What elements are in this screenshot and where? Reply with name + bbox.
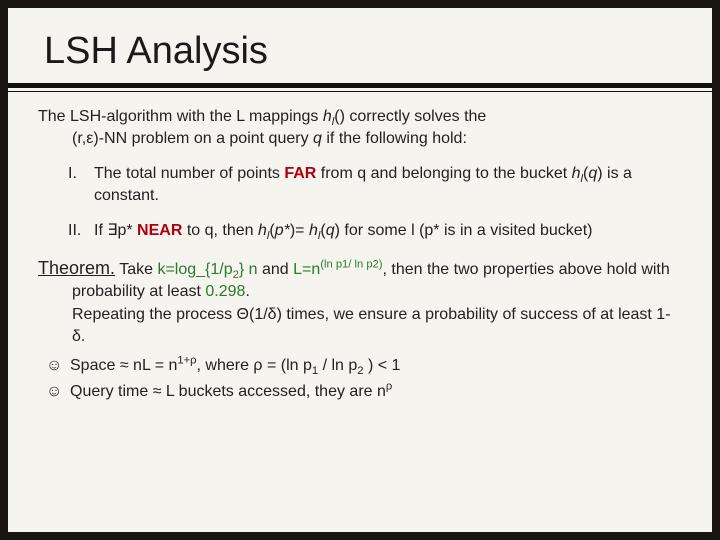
sup: ρ	[386, 381, 392, 393]
intro-line2: (r,ε)-NN problem on a point query q if t…	[38, 128, 682, 150]
text: k=log	[157, 261, 196, 278]
text: .	[245, 283, 249, 300]
text: )-NN problem on a point query	[93, 130, 313, 147]
var-h: h	[309, 222, 318, 239]
sup: 1+ρ	[177, 355, 196, 367]
rho: ρ	[253, 357, 262, 374]
text: (r,	[72, 130, 86, 147]
text: if the following hold:	[322, 130, 467, 147]
text: from q and belonging to the bucket	[316, 165, 571, 182]
sup: (ln p1/ ln p2)	[320, 259, 382, 271]
expr-k: k=log_{1/p2} n	[157, 261, 257, 278]
text: {1/p	[205, 261, 233, 278]
theorem-heading: Theorem.	[38, 258, 115, 278]
theorem-repeat: Repeating the process Θ(1/δ) times, we e…	[38, 304, 682, 347]
var-q: q	[326, 222, 335, 239]
text: Repeating the process	[72, 306, 237, 323]
smiley-icon: ☺	[46, 355, 70, 377]
text: .	[81, 328, 85, 345]
text: _	[196, 261, 205, 278]
item-number: II.	[68, 220, 94, 242]
text: Query time ≈ L buckets accessed, they ar…	[70, 383, 386, 400]
var-q: q	[588, 165, 597, 182]
query-line: ☺ Query time ≈ L buckets accessed, they …	[46, 381, 682, 403]
item-text: The total number of points FAR from q an…	[94, 163, 682, 206]
expr-l: L=n(ln p1/ ln p2)	[293, 261, 382, 278]
var-p: p*	[275, 222, 290, 239]
var-h: h	[258, 222, 267, 239]
item-number: I.	[68, 163, 94, 206]
text: , where	[197, 357, 254, 374]
item-2: II. If ∃p* NEAR to q, then hl(p*)= hl(q)…	[38, 220, 682, 242]
item-text: If ∃p* NEAR to q, then hl(p*)= hl(q) for…	[94, 220, 682, 242]
delta: δ	[268, 306, 277, 323]
text: )=	[290, 222, 309, 239]
intro-paragraph: The LSH-algorithm with the L mappings hl…	[38, 106, 682, 149]
var-q: q	[313, 130, 322, 147]
text: (1/	[249, 306, 268, 323]
theta: Θ	[237, 306, 249, 323]
title-rule	[8, 83, 712, 92]
query-text: Query time ≈ L buckets accessed, they ar…	[70, 381, 682, 403]
theorem-block: Theorem. Take k=log_{1/p2} n and L=n(ln …	[38, 256, 682, 302]
text: = (ln p	[263, 357, 312, 374]
keyword-near: NEAR	[137, 222, 182, 239]
slide: LSH Analysis The LSH-algorithm with the …	[8, 8, 712, 532]
text: ) for some l (p* is in a visited bucket)	[335, 222, 593, 239]
text: to q, then	[182, 222, 258, 239]
item-1: I. The total number of points FAR from q…	[38, 163, 682, 206]
text: () correctly solves the	[334, 108, 486, 125]
text: L=n	[293, 261, 320, 278]
text: Take	[115, 261, 157, 278]
text: The total number of points	[94, 165, 284, 182]
space-text: Space ≈ nL = n1+ρ, where ρ = (ln p1 / ln…	[70, 355, 682, 377]
text: ) < 1	[364, 357, 401, 374]
var-h: h	[572, 165, 581, 182]
text: / ln p	[318, 357, 357, 374]
text: Space ≈ nL = n	[70, 357, 177, 374]
probability: 0.298	[205, 283, 245, 300]
text: } n	[239, 261, 258, 278]
exists: ∃	[107, 222, 117, 239]
text: If	[94, 222, 107, 239]
text: p*	[117, 222, 137, 239]
delta: δ	[72, 328, 81, 345]
slide-body: The LSH-algorithm with the L mappings hl…	[8, 92, 712, 403]
text: The LSH-algorithm with the L mappings	[38, 108, 323, 125]
slide-title: LSH Analysis	[8, 8, 712, 79]
text: ) times, we ensure a probability of succ…	[277, 306, 671, 323]
text: and	[258, 261, 294, 278]
var-h: h	[323, 108, 332, 125]
space-line: ☺ Space ≈ nL = n1+ρ, where ρ = (ln p1 / …	[46, 355, 682, 377]
keyword-far: FAR	[284, 165, 316, 182]
smiley-icon: ☺	[46, 381, 70, 403]
